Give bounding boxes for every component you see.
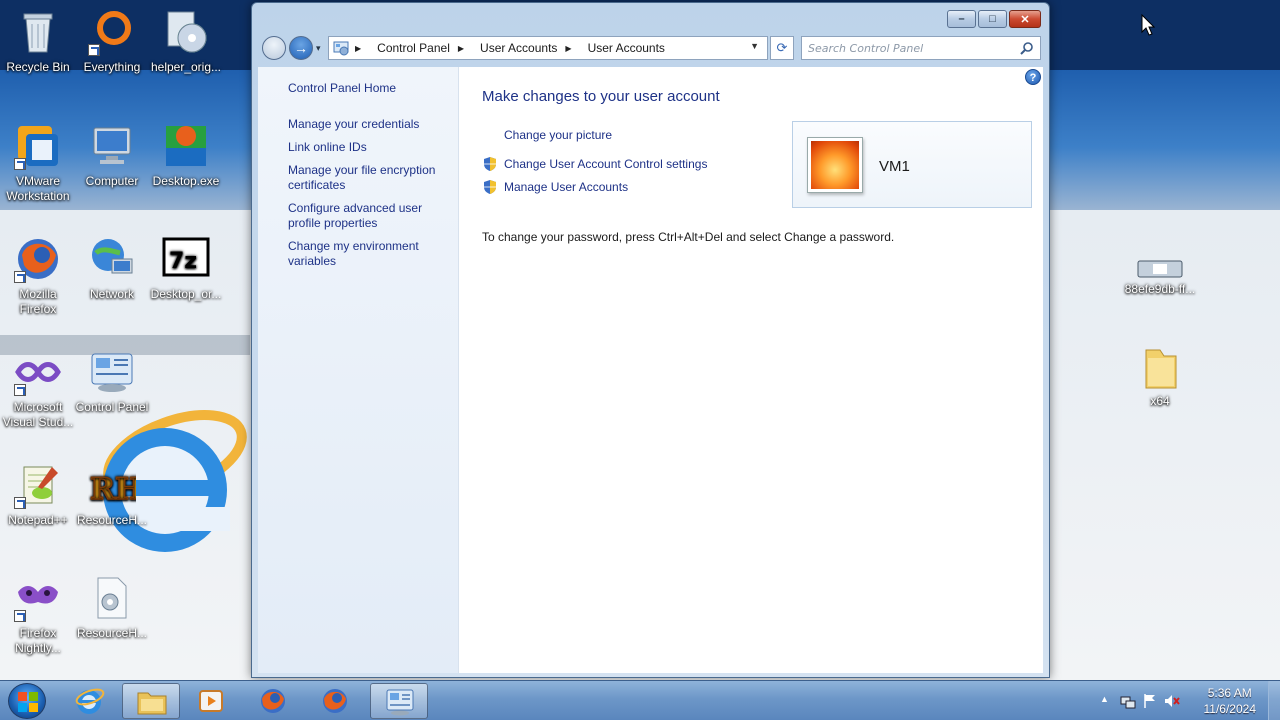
desktop-icon-firefox-nightly[interactable]: Firefox Nightly...: [0, 574, 76, 656]
manage-credentials-link[interactable]: Manage your credentials: [288, 117, 458, 132]
taskbar-firefox-2[interactable]: [306, 683, 364, 719]
clock[interactable]: 5:36 AM 11/6/2024: [1204, 685, 1257, 717]
environment-variables-link[interactable]: Change my environment variables: [288, 239, 428, 269]
page-title: Make changes to your user account: [482, 88, 720, 105]
clock-date: 11/6/2024: [1203, 702, 1257, 716]
disc-installer-icon: [167, 11, 207, 53]
desktop-icon-control-panel[interactable]: Control Panel: [74, 348, 150, 415]
content-area: Control Panel Home Manage your credentia…: [258, 67, 1043, 673]
media-player-icon: [199, 690, 223, 712]
desktop-icon-recycle-bin[interactable]: Recycle Bin: [0, 8, 76, 75]
desktop-icon-firefox[interactable]: Mozilla Firefox: [0, 235, 76, 317]
file-explorer-icon: [137, 692, 167, 715]
action-center-flag-icon[interactable]: [1142, 693, 1158, 709]
network-icon: [92, 239, 133, 274]
volume-muted-icon[interactable]: [1164, 693, 1180, 709]
control-panel-icon: [386, 689, 414, 716]
minimize-button[interactable]: –: [947, 10, 976, 28]
window-controls: – □ ✕: [945, 10, 1041, 28]
show-desktop-button[interactable]: [1268, 681, 1280, 720]
start-button[interactable]: [8, 683, 46, 719]
maximize-button[interactable]: □: [978, 10, 1007, 28]
desktop-icon-helper-orig[interactable]: helper_orig...: [148, 8, 224, 75]
search-input[interactable]: [802, 37, 1012, 59]
link-online-ids-link[interactable]: Link online IDs: [288, 140, 458, 155]
refresh-button[interactable]: ⟳: [770, 36, 794, 60]
7zip-icon: 7z: [162, 237, 210, 277]
firefox-icon: [323, 689, 347, 713]
desktop-icon-network[interactable]: Network: [74, 235, 150, 302]
control-panel-icon: [333, 41, 349, 56]
breadcrumb-control-panel[interactable]: Control Panel: [377, 41, 450, 55]
desktop-icon-resource-file[interactable]: ResourceH...: [74, 574, 150, 641]
breadcrumb-sep[interactable]: ▶: [458, 44, 472, 53]
computer-icon: [93, 127, 131, 164]
file-encryption-link[interactable]: Manage your file encryption certificates: [288, 163, 448, 193]
user-accounts-window: – □ ✕ → ▾ ▶ Control Panel ▶ User Account…: [251, 2, 1050, 678]
desktop-icon-drive-file[interactable]: 88efe9db-ff...: [1117, 258, 1203, 296]
desktop-icon-vmware[interactable]: VMware Workstation: [0, 122, 76, 204]
navigation-bar: → ▾ ▶ Control Panel ▶ User Accounts ▶ Us…: [260, 36, 1042, 61]
taskbar-file-explorer[interactable]: [122, 683, 180, 719]
control-panel-home-link[interactable]: Control Panel Home: [288, 81, 458, 96]
back-button[interactable]: [262, 36, 286, 60]
control-panel-icon: [91, 353, 133, 392]
desktop-icon-desktop-or[interactable]: 7z Desktop_or...: [148, 235, 224, 302]
svg-text:7z: 7z: [169, 249, 197, 274]
desktop-icon-x64-folder[interactable]: x64: [1117, 346, 1203, 408]
folder-icon: [1145, 349, 1177, 389]
avatar[interactable]: [807, 137, 863, 193]
breadcrumb-user-accounts-current[interactable]: User Accounts: [588, 41, 665, 55]
breadcrumb-sep[interactable]: ▶: [565, 44, 579, 53]
uac-shield-icon: [484, 157, 496, 171]
desktop-icon-everything[interactable]: Everything: [74, 8, 150, 75]
search-box[interactable]: [801, 36, 1041, 60]
breadcrumb-sep: ▶: [355, 43, 362, 53]
desktop-icon-desktop-exe[interactable]: Desktop.exe: [148, 122, 224, 189]
task-pane: Control Panel Home Manage your credentia…: [258, 67, 459, 673]
internet-explorer-icon: [75, 688, 105, 714]
mouse-cursor-icon: [1141, 14, 1155, 36]
close-button[interactable]: ✕: [1009, 10, 1041, 28]
forward-button[interactable]: →: [289, 36, 313, 60]
firefox-icon: [261, 689, 285, 713]
desktop-icon-resource-hacker[interactable]: RH ResourceH...: [74, 461, 150, 528]
svg-text:RH: RH: [90, 472, 136, 507]
taskbar-firefox[interactable]: [244, 683, 302, 719]
change-picture-link[interactable]: Change your picture: [504, 128, 612, 142]
address-dropdown[interactable]: ▼: [750, 41, 759, 51]
desktop-exe-icon: [166, 126, 206, 166]
network-tray-icon[interactable]: [1120, 693, 1136, 709]
uac-settings-link[interactable]: Change User Account Control settings: [504, 157, 707, 171]
clock-time: 5:36 AM: [1207, 686, 1252, 700]
advanced-profile-link[interactable]: Configure advanced user profile properti…: [288, 201, 428, 231]
user-name: VM1: [879, 158, 910, 175]
desktop-icon-computer[interactable]: Computer: [74, 122, 150, 189]
password-note: To change your password, press Ctrl+Alt+…: [482, 230, 895, 244]
taskbar-control-panel[interactable]: [370, 683, 428, 719]
recycle-bin-icon: [23, 13, 53, 53]
drive-icon: [1137, 260, 1183, 278]
windows-logo-icon: [18, 692, 38, 712]
taskbar-internet-explorer[interactable]: [60, 683, 118, 719]
system-tray: ▲ 5:36 AM 11/6/2024: [1090, 681, 1270, 720]
taskbar: ▲ 5:36 AM 11/6/2024: [0, 680, 1280, 720]
manage-user-accounts-link[interactable]: Manage User Accounts: [504, 180, 628, 194]
resource-hacker-icon: RH: [89, 471, 144, 508]
search-icon[interactable]: [1020, 41, 1034, 55]
recent-pages-dropdown[interactable]: ▾: [316, 43, 321, 54]
show-hidden-icons-button[interactable]: ▲: [1100, 694, 1109, 704]
help-button[interactable]: ?: [1025, 69, 1041, 85]
desktop-icon-notepadpp[interactable]: Notepad++: [0, 461, 76, 528]
address-bar[interactable]: ▶ Control Panel ▶ User Accounts ▶ User A…: [328, 36, 768, 60]
breadcrumb-user-accounts[interactable]: User Accounts: [480, 41, 557, 55]
resource-file-icon: [97, 577, 127, 619]
taskbar-media-player[interactable]: [182, 683, 240, 719]
uac-shield-icon: [484, 180, 496, 194]
desktop-icon-visual-studio[interactable]: Microsoft Visual Stud...: [0, 348, 76, 430]
user-card: VM1: [792, 121, 1032, 208]
